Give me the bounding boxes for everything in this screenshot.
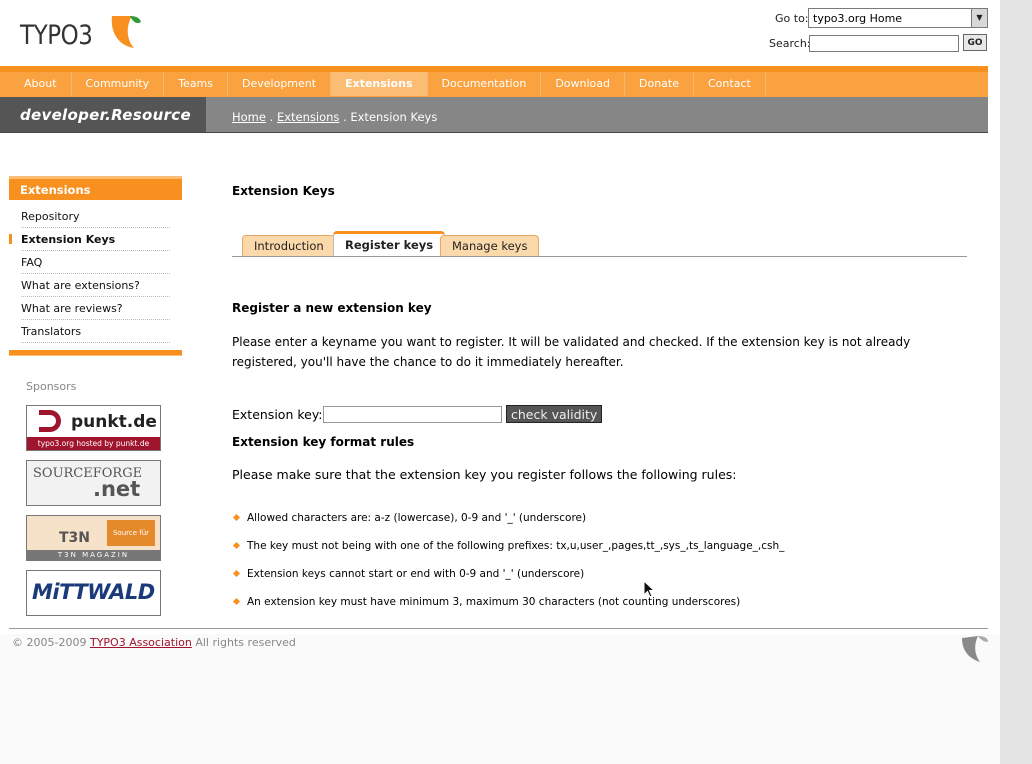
- sponsor-name: T3N: [59, 530, 91, 546]
- sidebar-bottom-bar: [9, 350, 182, 356]
- copyright-rights: All rights reserved: [195, 636, 296, 649]
- rule-text: An extension key must have minimum 3, ma…: [247, 596, 741, 608]
- sidebar-item-label: What are extensions?: [21, 279, 140, 292]
- copyright-years: © 2005-2009: [12, 636, 87, 649]
- nav-item-extensions[interactable]: Extensions: [331, 72, 428, 96]
- page: TYPO3 Go to: typo3.org Home ▼ Search: GO…: [0, 0, 1000, 764]
- section-title-box: developer.Resource: [0, 97, 206, 132]
- tab-introduction[interactable]: Introduction: [242, 235, 336, 256]
- goto-select[interactable]: typo3.org Home ▼: [808, 8, 988, 28]
- sponsor-punkt-de[interactable]: punkt.de typo3.org hosted by punkt.de: [26, 405, 161, 451]
- nav-item-about[interactable]: About: [0, 72, 72, 96]
- bullet-icon: [232, 541, 241, 550]
- dropdown-arrow-icon[interactable]: ▼: [971, 9, 987, 27]
- sponsor-t3n[interactable]: T3N Source für T3N MAGAZIN: [26, 515, 161, 561]
- footer-background: [0, 634, 1000, 764]
- extension-key-label: Extension key:: [232, 407, 323, 422]
- typo3-footer-logo-icon: [962, 636, 988, 662]
- sidebar-item-label: Translators: [21, 325, 82, 338]
- logo-text: TYPO3: [20, 20, 93, 51]
- breadcrumb-current: Extension Keys: [350, 110, 438, 124]
- nav-item-community[interactable]: Community: [72, 72, 165, 96]
- register-heading: Register a new extension key: [232, 301, 432, 315]
- section-bar: developer.Resource Home . Extensions . E…: [0, 97, 988, 133]
- goto-label: Go to:: [775, 12, 809, 25]
- sponsor-tagline: typo3.org hosted by punkt.de: [27, 437, 160, 450]
- tab-bar: Introduction Register keys Manage keys: [232, 231, 967, 257]
- sidebar-item-repository[interactable]: Repository: [9, 205, 182, 228]
- nav-item-download[interactable]: Download: [541, 72, 625, 96]
- nav-item-contact[interactable]: Contact: [694, 72, 766, 96]
- footer-copyright: © 2005-2009 TYPO3 Association All rights…: [12, 636, 296, 649]
- nav-item-teams[interactable]: Teams: [164, 72, 229, 96]
- main-nav: About Community Teams Development Extens…: [0, 72, 988, 97]
- sidebar-item-extension-keys[interactable]: Extension Keys: [9, 228, 182, 251]
- extension-key-input[interactable]: [323, 406, 502, 423]
- sidebar-item-what-are-extensions[interactable]: What are extensions?: [9, 274, 182, 297]
- page-title: Extension Keys: [232, 184, 335, 198]
- mouse-cursor-icon: [643, 580, 655, 598]
- sponsor-sourceforge[interactable]: SOURCEFORGE .net: [26, 460, 161, 506]
- search-input[interactable]: [809, 35, 959, 52]
- breadcrumb-extensions[interactable]: Extensions: [277, 110, 339, 124]
- sidebar-item-translators[interactable]: Translators: [9, 320, 182, 343]
- punkt-de-logo-icon: [39, 410, 61, 432]
- sponsor-name: MiTTWALD: [32, 580, 155, 604]
- sponsor-suffix: .net: [93, 477, 141, 501]
- rules-intro: Please make sure that the extension key …: [232, 467, 737, 482]
- rule-text: Allowed characters are: a-z (lowercase),…: [247, 512, 587, 524]
- sponsors-label: Sponsors: [26, 380, 77, 393]
- sidebar-item-label: Repository: [21, 210, 80, 223]
- typo3-logo-mark-icon: [111, 16, 141, 48]
- register-description: Please enter a keyname you want to regis…: [232, 335, 911, 369]
- bullet-icon: [232, 569, 241, 578]
- nav-item-documentation[interactable]: Documentation: [428, 72, 542, 96]
- bullet-icon: [232, 597, 241, 606]
- tab-manage-keys[interactable]: Manage keys: [440, 235, 540, 256]
- rule-text: The key must not being with one of the f…: [247, 540, 785, 552]
- breadcrumb-home[interactable]: Home: [232, 110, 266, 124]
- rules-heading: Extension key format rules: [232, 435, 415, 449]
- footer-divider: [9, 628, 988, 629]
- section-title: developer.Resource: [20, 106, 191, 124]
- rule-text: Extension keys cannot start or end with …: [247, 568, 585, 580]
- bullet-icon: [232, 513, 241, 522]
- sponsor-mittwald[interactable]: MiTTWALD: [26, 570, 161, 616]
- sidebar-item-label: Extension Keys: [21, 233, 116, 246]
- vertical-scrollbar[interactable]: [1000, 0, 1032, 764]
- sponsor-badge: Source für: [107, 520, 155, 546]
- breadcrumb: Home . Extensions . Extension Keys: [232, 110, 437, 124]
- sidebar-item-label: What are reviews?: [21, 302, 123, 315]
- breadcrumb-separator: .: [269, 110, 277, 124]
- check-validity-button[interactable]: check validity: [506, 405, 603, 423]
- sidebar-heading-label: Extensions: [20, 183, 91, 197]
- sidebar-item-what-are-reviews[interactable]: What are reviews?: [9, 297, 182, 320]
- sidebar-item-label: FAQ: [21, 256, 43, 269]
- sponsor-tagline: T3N MAGAZIN: [27, 550, 160, 560]
- goto-select-value: typo3.org Home: [813, 12, 903, 25]
- nav-item-donate[interactable]: Donate: [625, 72, 694, 96]
- nav-item-development[interactable]: Development: [228, 72, 332, 96]
- search-label: Search:: [769, 37, 811, 50]
- search-go-button[interactable]: GO: [963, 34, 987, 51]
- sidebar-item-faq[interactable]: FAQ: [9, 251, 182, 274]
- tab-register-keys[interactable]: Register keys: [333, 231, 446, 256]
- sidebar-menu: Repository Extension Keys FAQ What are e…: [9, 205, 182, 343]
- typo3-association-link[interactable]: TYPO3 Association: [90, 636, 192, 649]
- sponsor-name: punkt.de: [71, 412, 157, 432]
- sidebar-heading: Extensions: [9, 176, 182, 200]
